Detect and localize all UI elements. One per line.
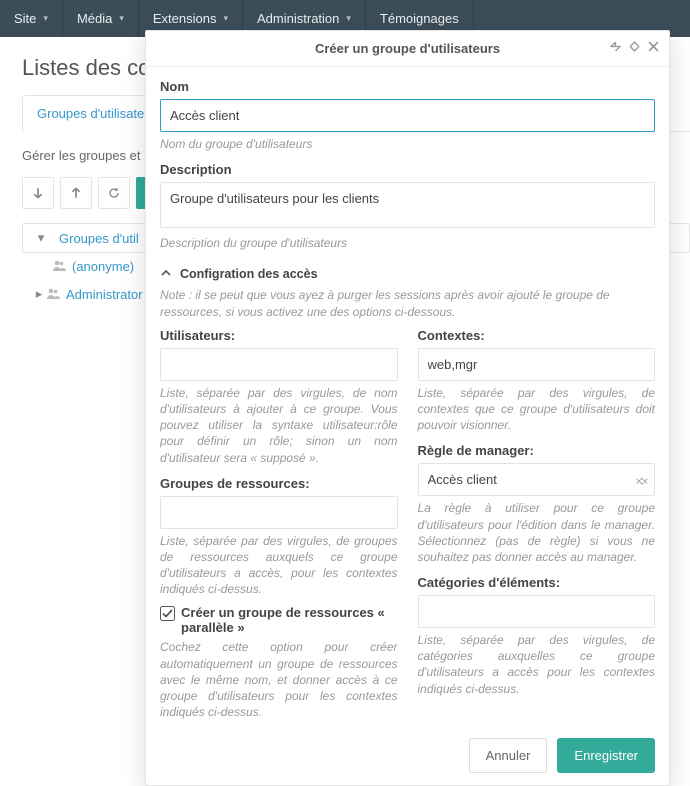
element-categories-help: Liste, séparée par des virgules, de caté… xyxy=(418,632,656,697)
close-icon[interactable] xyxy=(648,41,659,55)
nav-label: Extensions xyxy=(153,11,217,26)
parallel-checkbox-row[interactable]: Créer un groupe de ressources « parallèl… xyxy=(160,605,398,635)
expand-toggle-icon[interactable]: ▸ xyxy=(32,286,46,302)
nav-label: Média xyxy=(77,11,112,26)
description-input[interactable] xyxy=(160,182,655,228)
manager-policy-label: Règle de manager: xyxy=(418,443,656,458)
users-icon xyxy=(52,259,66,274)
cancel-button[interactable]: Annuler xyxy=(469,738,548,773)
chevron-up-icon xyxy=(160,268,172,281)
caret-down-icon: ▾ xyxy=(223,13,228,24)
element-categories-input[interactable] xyxy=(418,595,656,628)
right-column: Contextes: Liste, séparée par des virgul… xyxy=(418,328,656,721)
contexts-input[interactable] xyxy=(418,348,656,381)
checkbox-checked-icon xyxy=(160,606,175,621)
maximize-icon[interactable] xyxy=(629,41,640,55)
caret-down-icon: ▾ xyxy=(43,13,48,24)
name-label: Nom xyxy=(160,79,655,94)
nav-label: Témoignages xyxy=(380,11,459,26)
nav-media[interactable]: Média ▾ xyxy=(63,0,139,37)
create-user-group-modal: Créer un groupe d'utilisateurs Nom Nom d… xyxy=(145,30,670,786)
minimize-icon[interactable] xyxy=(610,41,621,55)
left-column: Utilisateurs: Liste, séparée par des vir… xyxy=(160,328,398,721)
arrow-down-icon xyxy=(32,187,44,199)
tree-item-label: Administrator (1 xyxy=(66,287,158,302)
save-button[interactable]: Enregistrer xyxy=(557,738,655,773)
modal-body: Nom Nom du groupe d'utilisateurs Descrip… xyxy=(146,67,669,726)
users-label: Utilisateurs: xyxy=(160,328,398,343)
resource-groups-input[interactable] xyxy=(160,496,398,529)
caret-down-icon: ▾ xyxy=(119,13,124,24)
collapse-all-button[interactable] xyxy=(22,177,54,209)
tree-root-label: Groupes d'util xyxy=(59,231,139,246)
parallel-help: Cochez cette option pour créer automatiq… xyxy=(160,639,398,720)
manager-policy-value[interactable] xyxy=(418,463,656,496)
access-note: Note : il se peut que vous ayez à purger… xyxy=(160,287,655,319)
resource-groups-help: Liste, séparée par des virgules, de grou… xyxy=(160,533,398,598)
name-help: Nom du groupe d'utilisateurs xyxy=(160,136,655,152)
modal-title: Créer un groupe d'utilisateurs xyxy=(315,41,500,56)
refresh-button[interactable] xyxy=(98,177,130,209)
contexts-label: Contextes: xyxy=(418,328,656,343)
nav-label: Site xyxy=(14,11,36,26)
users-help: Liste, séparée par des virgules, de nom … xyxy=(160,385,398,466)
nav-label: Administration xyxy=(257,11,339,26)
nav-site[interactable]: Site ▾ xyxy=(0,0,63,37)
collapse-toggle-icon[interactable]: ▾ xyxy=(31,230,51,246)
users-icon xyxy=(46,287,60,302)
parallel-checkbox-label: Créer un groupe de ressources « parallèl… xyxy=(181,605,398,635)
refresh-icon xyxy=(108,187,120,199)
caret-down-icon: ▾ xyxy=(346,13,351,24)
tree-item-label: (anonyme) xyxy=(72,259,134,274)
resource-groups-label: Groupes de ressources: xyxy=(160,476,398,491)
expand-all-button[interactable] xyxy=(60,177,92,209)
manager-policy-select[interactable] xyxy=(418,463,656,496)
modal-header: Créer un groupe d'utilisateurs xyxy=(146,31,669,67)
arrow-up-icon xyxy=(70,187,82,199)
description-label: Description xyxy=(160,162,655,177)
contexts-help: Liste, séparée par des virgules, de cont… xyxy=(418,385,656,434)
accordion-label: Configration des accès xyxy=(180,267,318,281)
modal-window-actions xyxy=(610,41,659,55)
name-input[interactable] xyxy=(160,99,655,132)
users-input[interactable] xyxy=(160,348,398,381)
modal-footer: Annuler Enregistrer xyxy=(146,726,669,785)
manager-policy-help: La règle à utiliser pour ce groupe d'uti… xyxy=(418,500,656,565)
description-help: Description du groupe d'utilisateurs xyxy=(160,235,655,251)
element-categories-label: Catégories d'éléments: xyxy=(418,575,656,590)
access-config-accordion[interactable]: Configration des accès xyxy=(160,261,655,287)
